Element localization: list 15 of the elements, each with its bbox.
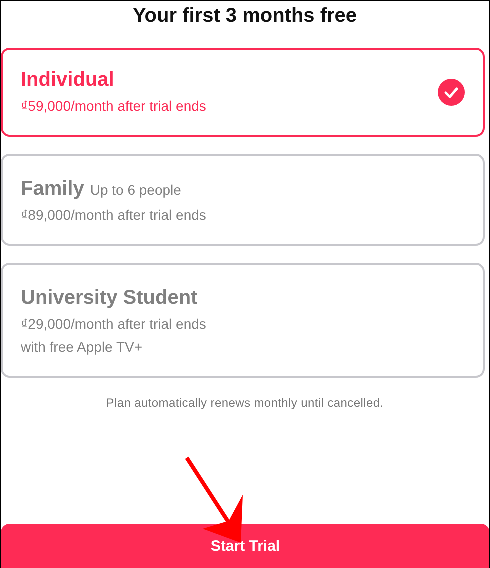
plan-price: ₫89,000/month after trial ends	[21, 206, 206, 224]
plan-price: ₫59,000/month after trial ends	[21, 97, 206, 115]
plan-note: Up to 6 people	[90, 182, 182, 198]
plan-name: University Student	[21, 287, 198, 310]
plan-price: ₫29,000/month after trial ends	[21, 315, 206, 333]
plan-name: Individual	[21, 69, 114, 92]
renewal-note: Plan automatically renews monthly until cancelled.	[105, 396, 385, 410]
plan-card[interactable]: Family Up to 6 people ₫89,000/month after trial ends	[1, 154, 485, 246]
check-icon	[438, 78, 465, 106]
plan-card[interactable]: Individual ₫59,000/month after trial ends	[1, 48, 485, 137]
plan-price: with free Apple TV+	[21, 338, 144, 356]
start-trial-button[interactable]: Start Trial	[1, 524, 489, 568]
plan-card[interactable]: University Student ₫29,000/month after trial ends with free Apple TV+	[1, 263, 485, 378]
page-title: Your first 3 months free	[132, 5, 358, 29]
plan-name: Family	[21, 178, 84, 201]
